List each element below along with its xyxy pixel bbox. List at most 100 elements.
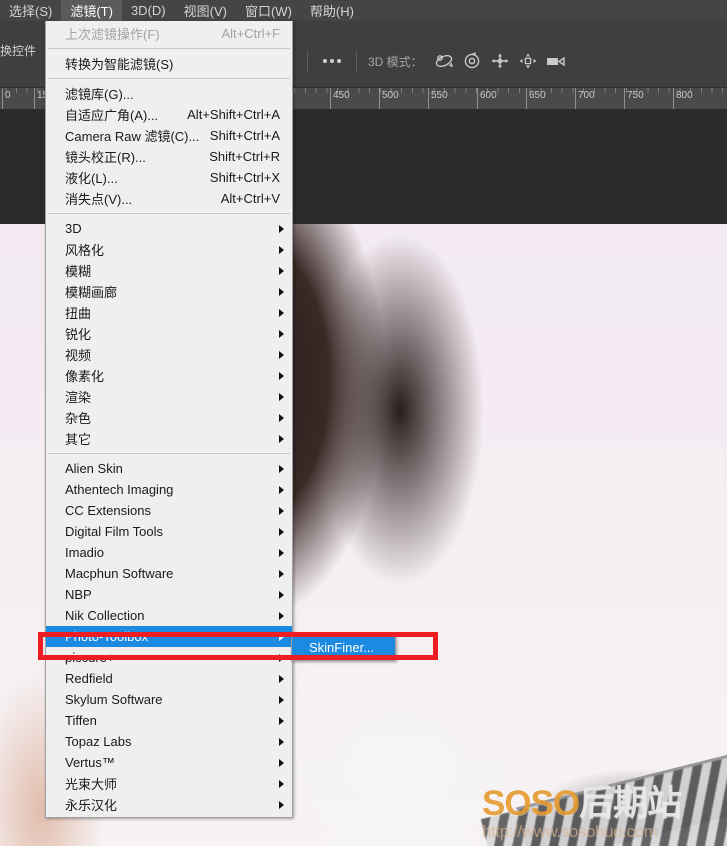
menu-item-piccure-plus[interactable]: piccure+ [46, 647, 292, 668]
menu-item-cc-extensions[interactable]: CC Extensions [46, 500, 292, 521]
3d-mode-label: 3D 模式： [368, 54, 423, 69]
menu-item-athentech-imaging[interactable]: Athentech Imaging [46, 479, 292, 500]
menu-item-3d[interactable]: 3D [46, 218, 292, 239]
menu-item-label: Topaz Labs [65, 734, 132, 749]
menu-item-vanishing-point[interactable]: 消失点(V)... Alt+Ctrl+V [46, 188, 292, 209]
submenu-arrow-icon [279, 653, 284, 662]
menu-item-skylum-software[interactable]: Skylum Software [46, 689, 292, 710]
menu-item-render[interactable]: 渲染 [46, 386, 292, 407]
submenu-item-skinfiner[interactable]: SkinFiner... [292, 637, 395, 658]
menubar-item-view[interactable]: 视图(V) [175, 0, 236, 21]
menu-item-distort[interactable]: 扭曲 [46, 302, 292, 323]
menu-item-label: Vertus™ [65, 755, 115, 770]
menu-item-label: 风格化 [65, 243, 105, 258]
menu-item-other[interactable]: 其它 [46, 428, 292, 449]
menubar-item-select[interactable]: 选择(S) [0, 0, 61, 21]
menu-item-lens-correction[interactable]: 镜头校正(R)... Shift+Ctrl+R [46, 146, 292, 167]
menu-item-shortcut: Alt+Ctrl+V [220, 191, 280, 206]
menu-item-label: Nik Collection [65, 608, 145, 623]
menubar-item-filter[interactable]: 滤镜(T) [61, 0, 122, 21]
menu-bar: 选择(S) 滤镜(T) 3D(D) 视图(V) 窗口(W) 帮助(H) [0, 0, 727, 21]
ruler-label: 650 [529, 90, 546, 101]
menu-item-label: 像素化 [65, 369, 105, 384]
menu-item-label: 扭曲 [65, 306, 92, 321]
menubar-item-3d[interactable]: 3D(D) [122, 0, 175, 21]
orbit-3d-icon[interactable] [431, 50, 457, 72]
submenu-arrow-icon [279, 413, 284, 422]
menu-separator [48, 78, 290, 79]
more-options-icon[interactable] [319, 59, 345, 63]
menu-item-label: 3D [65, 221, 82, 236]
menu-item-filter-gallery[interactable]: 滤镜库(G)... [46, 83, 292, 104]
slide-3d-icon[interactable] [515, 50, 541, 72]
menu-item-vertus[interactable]: Vertus™ [46, 752, 292, 773]
ruler-label: 550 [431, 90, 448, 101]
menu-item-label: 镜头校正(R)... [65, 150, 146, 165]
submenu-arrow-icon [279, 266, 284, 275]
roll-3d-icon[interactable] [459, 50, 485, 72]
menu-item-blur[interactable]: 模糊 [46, 260, 292, 281]
pan-3d-icon[interactable] [487, 50, 513, 72]
filter-dropdown-menu: 上次滤镜操作(F) Alt+Ctrl+F 转换为智能滤镜(S) 滤镜库(G)..… [45, 21, 293, 818]
menu-item-shortcut: Alt+Shift+Ctrl+A [187, 107, 280, 122]
menubar-item-window[interactable]: 窗口(W) [236, 0, 301, 21]
ruler-label: 450 [333, 90, 350, 101]
menu-item-shortcut: Shift+Ctrl+A [209, 128, 280, 143]
camera-3d-icon[interactable] [543, 50, 569, 72]
photoshop-window: SOSO后期站 http://www.sosohuo.com 0 15 450 … [0, 0, 727, 846]
options-bar-left-clipped-label: 换控件 [0, 44, 37, 58]
submenu-arrow-icon [279, 464, 284, 473]
toolbar-divider [307, 50, 308, 72]
ruler-label: 0 [5, 90, 11, 101]
menu-item-label: Redfield [65, 671, 113, 686]
menu-item-label: Skylum Software [65, 692, 163, 707]
menu-item-label: 转换为智能滤镜(S) [65, 57, 174, 72]
submenu-item-label: SkinFiner... [309, 640, 375, 655]
menu-item-alien-skin[interactable]: Alien Skin [46, 458, 292, 479]
ruler-label: 700 [578, 90, 595, 101]
menu-item-photo-toolbox[interactable]: Photo-Toolbox [46, 626, 292, 647]
menu-item-label: Digital Film Tools [65, 524, 164, 539]
menubar-item-help[interactable]: 帮助(H) [301, 0, 363, 21]
menu-item-nik-collection[interactable]: Nik Collection [46, 605, 292, 626]
ruler-label: 600 [480, 90, 497, 101]
submenu-arrow-icon [279, 434, 284, 443]
menu-item-last-filter[interactable]: 上次滤镜操作(F) Alt+Ctrl+F [46, 23, 292, 44]
menu-item-label: 永乐汉化 [65, 798, 118, 813]
submenu-arrow-icon [279, 611, 284, 620]
menu-item-label: Photo-Toolbox [65, 629, 149, 644]
menu-item-label: 渲染 [65, 390, 92, 405]
menu-item-shortcut: Shift+Ctrl+X [209, 170, 280, 185]
menu-item-pixelate[interactable]: 像素化 [46, 365, 292, 386]
menu-item-liquify[interactable]: 液化(L)... Shift+Ctrl+X [46, 167, 292, 188]
submenu-arrow-icon [279, 632, 284, 641]
menu-item-camera-raw-filter[interactable]: Camera Raw 滤镜(C)... Shift+Ctrl+A [46, 125, 292, 146]
menu-item-nbp[interactable]: NBP [46, 584, 292, 605]
submenu-arrow-icon [279, 569, 284, 578]
menu-item-topaz-labs[interactable]: Topaz Labs [46, 731, 292, 752]
menu-item-imadio[interactable]: Imadio [46, 542, 292, 563]
menu-item-macphun-software[interactable]: Macphun Software [46, 563, 292, 584]
menu-item-convert-smart-filter[interactable]: 转换为智能滤镜(S) [46, 53, 292, 74]
menu-item-blur-gallery[interactable]: 模糊画廊 [46, 281, 292, 302]
menu-item-noise[interactable]: 杂色 [46, 407, 292, 428]
ruler-label: 500 [382, 90, 399, 101]
menu-item-shortcut: Shift+Ctrl+R [209, 149, 280, 164]
menu-item-sharpen[interactable]: 锐化 [46, 323, 292, 344]
submenu-arrow-icon [279, 800, 284, 809]
menu-item-digital-film-tools[interactable]: Digital Film Tools [46, 521, 292, 542]
menu-item-label: 杂色 [65, 411, 92, 426]
menu-item-redfield[interactable]: Redfield [46, 668, 292, 689]
submenu-arrow-icon [279, 506, 284, 515]
menu-item-yongle-localization[interactable]: 永乐汉化 [46, 794, 292, 815]
submenu-arrow-icon [279, 716, 284, 725]
submenu-arrow-icon [279, 758, 284, 767]
menu-item-video[interactable]: 视频 [46, 344, 292, 365]
menu-item-light-beam-master[interactable]: 光束大师 [46, 773, 292, 794]
submenu-arrow-icon [279, 590, 284, 599]
menu-separator [48, 453, 290, 454]
menu-item-adaptive-wide-angle[interactable]: 自适应广角(A)... Alt+Shift+Ctrl+A [46, 104, 292, 125]
menu-item-tiffen[interactable]: Tiffen [46, 710, 292, 731]
menu-item-label: Camera Raw 滤镜(C)... [65, 129, 200, 144]
menu-item-stylize[interactable]: 风格化 [46, 239, 292, 260]
